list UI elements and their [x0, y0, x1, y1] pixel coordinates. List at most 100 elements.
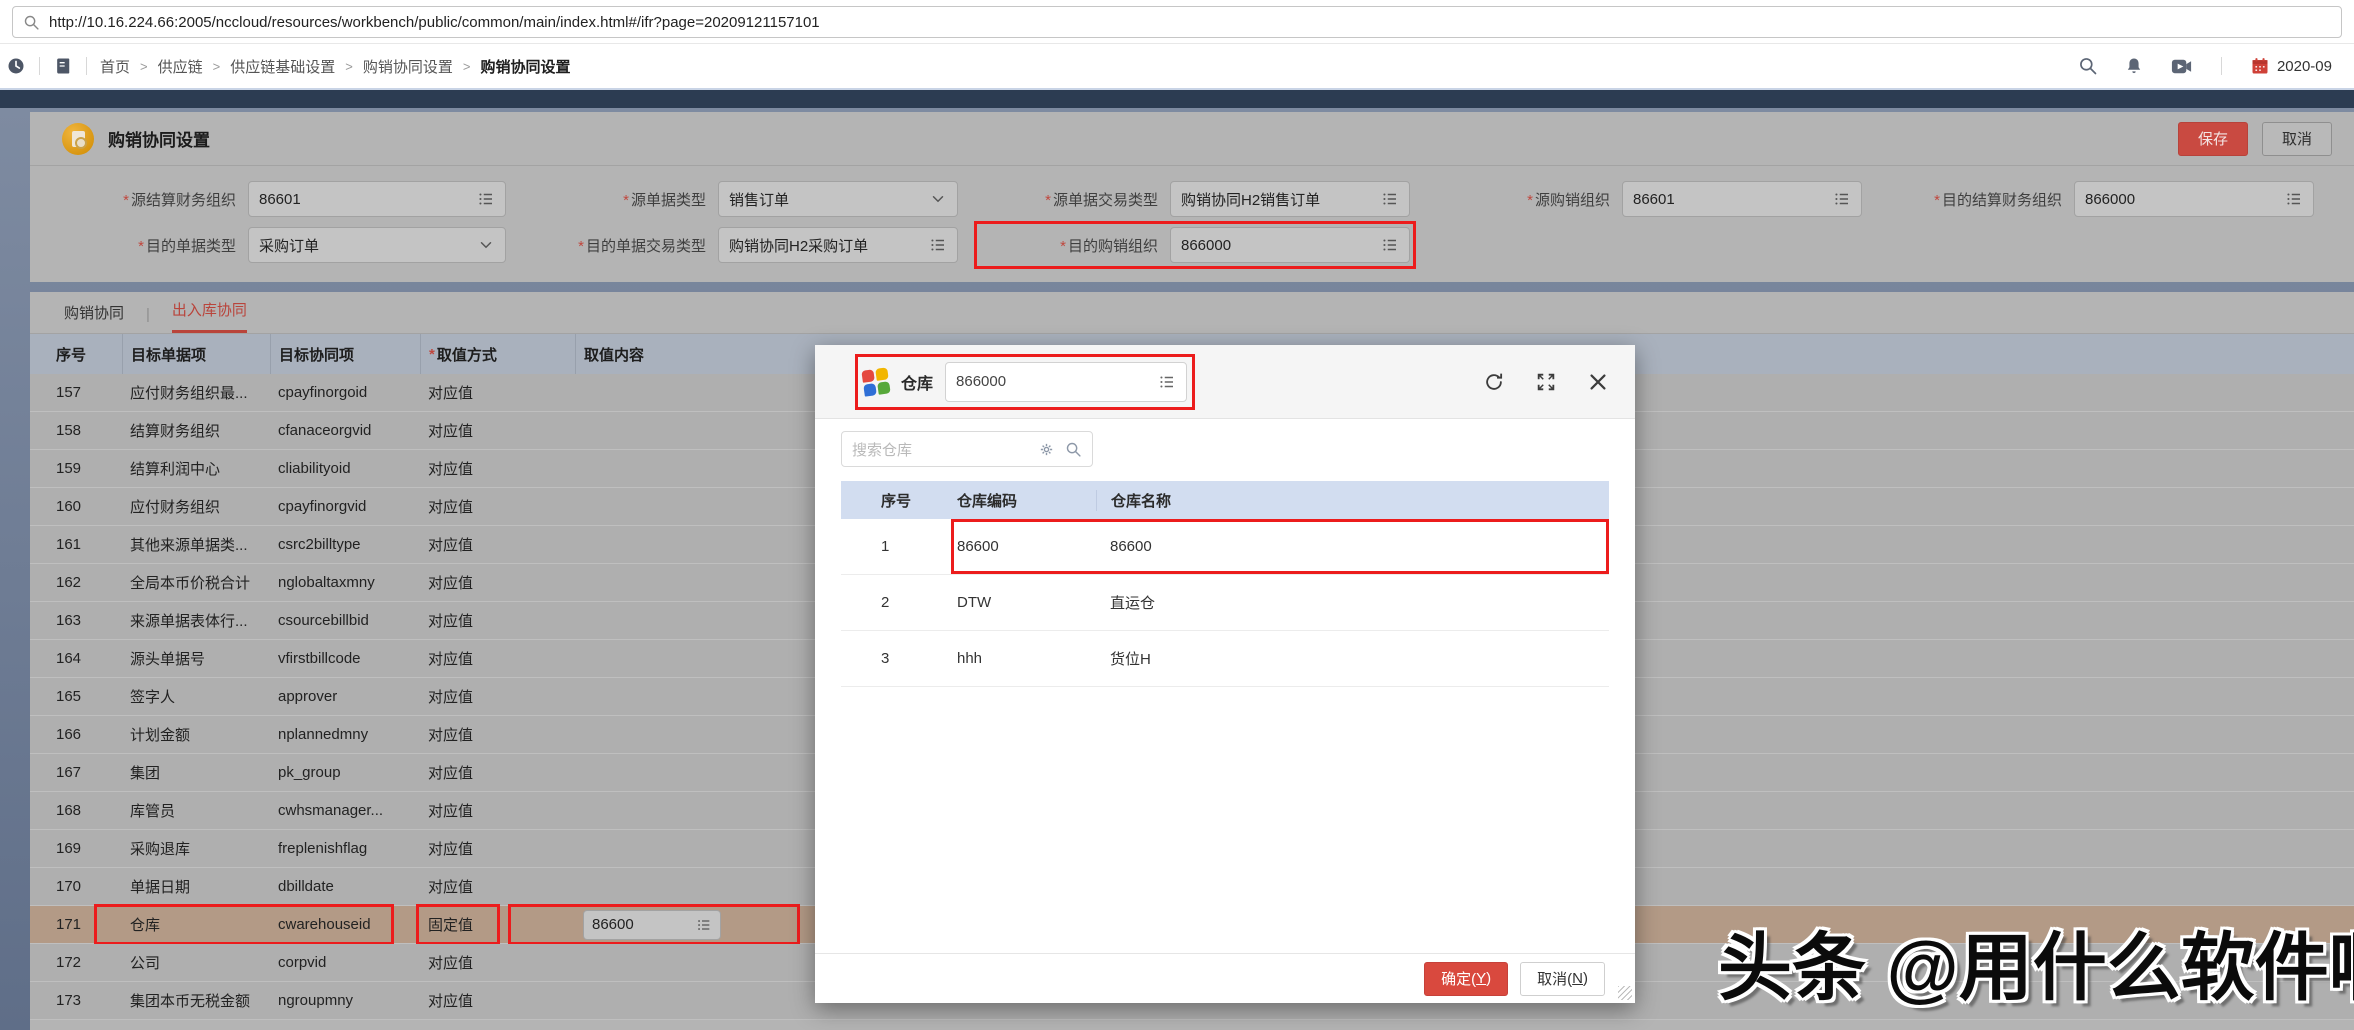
cell-target-item: 应付财务组织最... [122, 374, 270, 411]
breadcrumb-item[interactable]: 购销协同设置 [480, 56, 570, 77]
dialog-table: 序号 仓库编码 仓库名称 1 86600 86600 2 DTW 直运仓 3 h… [841, 481, 1609, 687]
dialog-ref-input[interactable]: 866000 [945, 362, 1187, 402]
field-label: *目的单据类型 [58, 235, 236, 256]
menu-book-icon[interactable] [53, 56, 73, 76]
fullscreen-icon[interactable] [1535, 371, 1557, 393]
field-input[interactable]: 866000 [1170, 227, 1410, 263]
search-icon[interactable] [1065, 441, 1082, 458]
search-icon[interactable] [2078, 56, 2098, 76]
list-icon [477, 190, 495, 208]
cell-target-item: 结算财务组织 [122, 412, 270, 449]
breadcrumb-item[interactable]: 供应链基础设置 [230, 56, 335, 77]
url-search-icon [23, 14, 40, 31]
breadcrumb-item[interactable]: 购销协同设置 [363, 56, 453, 77]
cancel-button[interactable]: 取消 [2262, 122, 2332, 156]
field-input[interactable]: 采购订单 [248, 227, 506, 263]
cell-target-item: 计划金额 [122, 716, 270, 753]
cell-target-field: cpayfinorgvid [270, 488, 420, 525]
dialog-ref-value: 866000 [956, 373, 1158, 390]
field-input[interactable]: 购销协同H2销售订单 [1170, 181, 1410, 217]
field-value: 购销协同H2采购订单 [729, 235, 929, 256]
field-label: *源单据类型 [528, 189, 706, 210]
breadcrumb-separator: > [140, 59, 148, 74]
cell-target-item: 仓库 [122, 906, 270, 943]
form-field: *源单据类型 销售订单 [528, 181, 958, 217]
save-button[interactable]: 保存 [2178, 122, 2248, 156]
dialog-row-wrap: DTW 直运仓 [951, 575, 1609, 630]
tab-separator: | [146, 306, 150, 333]
cell-seq: 2 [841, 594, 951, 611]
tab[interactable]: 购销协同 [64, 302, 124, 333]
field-input[interactable]: 86601 [1622, 181, 1862, 217]
dialog-table-row[interactable]: 1 86600 86600 [841, 519, 1609, 575]
cell-target-field: approver [270, 678, 420, 715]
cell-target-item: 采购退库 [122, 830, 270, 867]
cell-target-field: freplenishflag [270, 830, 420, 867]
value-content-input[interactable]: 86600 [583, 910, 721, 940]
breadcrumb-separator: > [463, 59, 471, 74]
dialog-table-row[interactable]: 3 hhh 货位H [841, 631, 1609, 687]
cell-seq: 171 [30, 906, 122, 943]
value-content-text: 86600 [592, 916, 696, 933]
tab[interactable]: 出入库协同 [172, 299, 247, 333]
breadcrumb-item[interactable]: 首页 [100, 56, 130, 77]
cell-value-mode: 对应值 [420, 564, 575, 601]
field-value: 销售订单 [729, 189, 929, 210]
cell-value-mode: 对应值 [420, 944, 575, 981]
list-icon [696, 917, 712, 933]
dialog-table-row[interactable]: 2 DTW 直运仓 [841, 575, 1609, 631]
cell-seq: 158 [30, 412, 122, 449]
ok-button[interactable]: 确定(Y) [1424, 962, 1508, 996]
field-input[interactable]: 86601 [248, 181, 506, 217]
workspace-top-strip [0, 90, 2354, 108]
url-input[interactable]: http://10.16.224.66:2005/nccloud/resourc… [12, 6, 2342, 38]
cell-warehouse-code: DTW [951, 594, 1096, 611]
form-row-2: *目的单据类型 采购订单 *目的单据交易类型 购销协同H2采购订单 *目的购销组… [30, 222, 2354, 268]
cell-target-field: ngroupmny [270, 982, 420, 1019]
form-field: *目的购销组织 866000 [980, 227, 1410, 263]
gear-icon[interactable] [1038, 441, 1055, 458]
required-star: * [578, 238, 584, 255]
cell-seq: 172 [30, 944, 122, 981]
business-date[interactable]: 2020-09 [2250, 56, 2332, 76]
dialog-cancel-button[interactable]: 取消(N) [1520, 962, 1605, 996]
field-input[interactable]: 销售订单 [718, 181, 958, 217]
app-icon [62, 123, 94, 155]
cell-warehouse-code: hhh [951, 650, 1096, 667]
resize-grip[interactable] [1618, 986, 1632, 1000]
cell-value-mode: 对应值 [420, 982, 575, 1019]
cell-target-item: 公司 [122, 944, 270, 981]
field-label: *源结算财务组织 [58, 189, 236, 210]
cell-target-field: pk_group [270, 754, 420, 791]
breadcrumb-separator: > [345, 59, 353, 74]
field-value: 购销协同H2销售订单 [1181, 189, 1381, 210]
cell-target-item: 来源单据表体行... [122, 602, 270, 639]
chevron-down-icon [929, 190, 947, 208]
breadcrumb-item[interactable]: 供应链 [158, 56, 203, 77]
cell-target-item: 单据日期 [122, 868, 270, 905]
field-input[interactable]: 866000 [2074, 181, 2314, 217]
cell-value-mode: 对应值 [420, 374, 575, 411]
cell-target-item: 其他来源单据类... [122, 526, 270, 563]
title-row: 购销协同设置 保存 取消 [30, 112, 2354, 166]
grid-column-header: 序号 [30, 334, 122, 374]
cell-seq: 165 [30, 678, 122, 715]
reference-pinwheel-icon [861, 367, 890, 396]
history-clock-icon[interactable] [6, 56, 26, 76]
cell-seq: 169 [30, 830, 122, 867]
required-star: * [1045, 192, 1051, 209]
warehouse-search-input[interactable]: 搜索仓库 [841, 431, 1093, 467]
required-star: * [1527, 192, 1533, 209]
notification-bell-icon[interactable] [2124, 56, 2144, 76]
cell-seq: 168 [30, 792, 122, 829]
cell-seq: 161 [30, 526, 122, 563]
cell-warehouse-name: 直运仓 [1096, 592, 1609, 613]
close-icon[interactable] [1587, 371, 1609, 393]
field-input[interactable]: 购销协同H2采购订单 [718, 227, 958, 263]
list-icon [1381, 190, 1399, 208]
video-icon[interactable] [2170, 55, 2193, 78]
refresh-icon[interactable] [1483, 371, 1505, 393]
required-star: * [123, 192, 129, 209]
form-area: *源结算财务组织 86601 *源单据类型 销售订单 *源单据交易类型 购销协同… [30, 166, 2354, 282]
cell-target-item: 结算利润中心 [122, 450, 270, 487]
